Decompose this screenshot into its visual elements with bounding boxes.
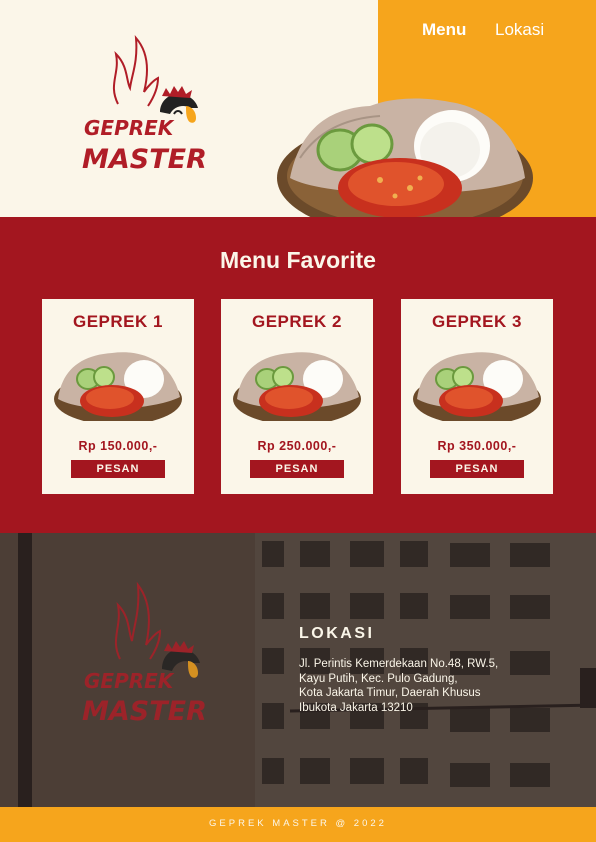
nav-lokasi-link[interactable]: Lokasi — [495, 20, 544, 40]
menu-card-price: Rp 350.000,- — [437, 439, 517, 453]
hero-food-image — [277, 98, 533, 218]
menu-section-title: Menu Favorite — [220, 247, 376, 273]
pesan-button[interactable]: PESAN — [250, 460, 344, 478]
rooster-flame-icon — [115, 581, 200, 678]
brand-logo[interactable]: GEPREK MASTER — [78, 34, 213, 184]
menu-card[interactable]: GEPREK 2 Rp 250.000,- PESAN — [221, 299, 373, 494]
brand-logo-text-bottom: MASTER — [82, 144, 207, 175]
menu-card-title: GEPREK 2 — [252, 312, 342, 331]
menu-card-food-image — [413, 352, 541, 421]
menu-card-title: GEPREK 1 — [73, 312, 163, 331]
menu-card-price: Rp 150.000,- — [78, 439, 158, 453]
location-section: GEPREK MASTER LOKASI Jl. Perintis Kemerd… — [0, 533, 596, 807]
location-address: Jl. Perintis Kemerdekaan No.48, RW.5, Ka… — [299, 657, 569, 715]
header: Menu Lokasi GEPREK MASTER — [0, 0, 596, 218]
menu-card-food-image — [54, 352, 182, 421]
menu-card-food-image — [233, 352, 361, 421]
menu-card[interactable]: GEPREK 3 Rp 350.000,- PESAN — [401, 299, 553, 494]
menu-card-price: Rp 250.000,- — [257, 439, 337, 453]
menu-card-title: GEPREK 3 — [432, 312, 522, 331]
rooster-flame-icon — [113, 35, 198, 123]
nav-menu-link[interactable]: Menu — [422, 20, 466, 40]
footer: GEPREK MASTER @ 2022 — [0, 807, 596, 842]
footer-copyright: GEPREK MASTER @ 2022 — [209, 818, 387, 829]
location-logo-text-bottom: MASTER — [82, 696, 207, 727]
menu-favorite-section: Menu Favorite GEPREK 1 Rp 150.000,- PESA… — [0, 217, 596, 533]
location-title: LOKASI — [299, 625, 375, 642]
address-line: Kayu Putih, Kec. Pulo Gadung, — [299, 672, 458, 685]
location-brand-logo: GEPREK MASTER — [80, 579, 215, 749]
address-line: Kota Jakarta Timur, Daerah Khusus — [299, 687, 481, 699]
address-line: Jl. Perintis Kemerdekaan No.48, RW.5, — [299, 658, 499, 670]
location-logo-text-top: GEPREK — [84, 669, 174, 693]
pesan-button[interactable]: PESAN — [430, 460, 524, 478]
address-line: Ibukota Jakarta 13210 — [299, 701, 413, 714]
brand-logo-text-top: GEPREK — [84, 116, 174, 140]
pesan-button[interactable]: PESAN — [71, 460, 165, 478]
menu-card[interactable]: GEPREK 1 Rp 150.000,- PESAN — [42, 299, 194, 494]
